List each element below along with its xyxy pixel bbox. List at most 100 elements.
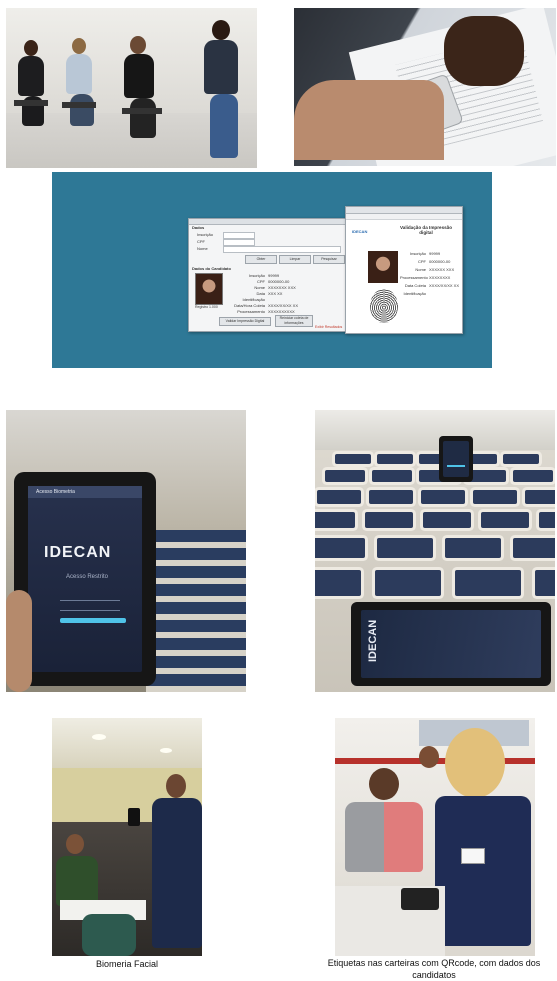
photo-tablet-in-hand: Acesso Biometria IDECAN Acesso Restrito <box>6 410 246 692</box>
detail-label: Nome <box>254 285 265 290</box>
tablet-standing <box>439 436 473 482</box>
photo-caption: Registro 1.000 <box>195 305 218 309</box>
input-nome[interactable] <box>223 246 341 253</box>
tablet-on-table <box>473 490 517 504</box>
button-validate-fingerprint[interactable]: Validar Impressão Digital <box>219 317 271 326</box>
person-body <box>66 54 92 94</box>
tablet-on-table <box>325 470 365 482</box>
detail-label: Inscrição <box>409 251 426 256</box>
photo-wall <box>315 410 555 450</box>
person-head <box>369 768 399 800</box>
login-field[interactable] <box>60 600 120 601</box>
tablet-on-table <box>481 512 529 528</box>
person-head <box>66 834 84 854</box>
detail-value: 0000000-00 <box>268 279 290 284</box>
validation-title: Validação da Impressão digital <box>399 225 453 235</box>
login-button[interactable] <box>60 618 126 623</box>
detail-label: CPF <box>257 279 265 284</box>
tablet-on-table <box>503 454 539 464</box>
button-obter[interactable]: Obter <box>245 255 277 264</box>
window-toolbar <box>346 214 462 220</box>
button-pesquisar[interactable]: Pesquisar <box>313 255 345 264</box>
detail-label: Identificação <box>403 291 426 296</box>
person-head <box>24 40 38 56</box>
person-body <box>18 56 44 96</box>
photo-classroom-candidates <box>6 8 257 168</box>
tablet-rows-background <box>146 530 246 692</box>
app-bar-title: Acesso Biometria <box>36 489 75 495</box>
input-cpf[interactable] <box>223 239 255 246</box>
staff-vest <box>152 798 202 948</box>
window-biometric-form: Dados Inscrição CPF Nome Obter Limpar Pe… <box>188 218 348 332</box>
tablet-on-table <box>369 490 413 504</box>
detail-value: XXXXXXXX <box>429 275 451 280</box>
label-nome: Nome <box>197 246 208 251</box>
ceiling-light <box>160 748 172 753</box>
tablet-on-table <box>315 512 355 528</box>
input-inscricao[interactable] <box>223 232 255 239</box>
detail-label: Data/Hora Coleta <box>234 303 265 308</box>
tablet-on-table <box>539 512 555 528</box>
detail-value: XXXX/XX/XX XX <box>429 283 460 288</box>
hand <box>444 16 524 86</box>
tablet-on-table <box>445 538 501 558</box>
photo-ceiling <box>52 718 202 768</box>
label-inscricao: Inscrição <box>197 232 214 237</box>
person-head <box>72 38 86 54</box>
phone-device <box>401 888 439 910</box>
tablet-on-table <box>335 454 371 464</box>
person-legs <box>70 94 94 126</box>
login-field[interactable] <box>60 610 120 611</box>
detail-value: 0000000-00 <box>429 259 451 264</box>
button-limpar[interactable]: Limpar <box>279 255 311 264</box>
chair <box>14 100 48 106</box>
chair <box>122 108 162 114</box>
tablet-on-table <box>455 570 521 596</box>
tablet-on-table <box>421 490 465 504</box>
tablet-screen: IDECAN <box>361 610 541 678</box>
person-body <box>124 54 154 98</box>
phone-device <box>128 808 140 826</box>
candidate-photo <box>368 251 398 283</box>
hand <box>6 590 32 692</box>
tablet-on-table <box>317 490 361 504</box>
person-legs <box>210 94 238 158</box>
person-head <box>130 36 146 54</box>
person-head <box>212 20 230 40</box>
hand <box>294 80 444 160</box>
photo-qrcode-labels <box>335 718 535 956</box>
tablet-on-table <box>377 454 413 464</box>
fingerprint-image <box>370 289 398 323</box>
person-body <box>345 802 423 872</box>
tablet-on-table <box>525 490 555 504</box>
window-titlebar <box>189 219 347 225</box>
tablet-on-table <box>365 512 413 528</box>
button-restart-collection[interactable]: Reiniciar coleta de informações <box>275 315 313 327</box>
tablet-on-table <box>423 512 471 528</box>
detail-label: Nome <box>415 267 426 272</box>
person-head <box>445 728 505 798</box>
tablet-on-table <box>513 538 555 558</box>
chair <box>82 914 136 956</box>
detail-value: XXX XX <box>268 291 283 296</box>
tablet-on-table <box>513 470 553 482</box>
detail-label: Data <box>256 291 265 296</box>
detail-label: Processamento <box>400 275 428 280</box>
detail-value: XXXXXXX XXX <box>268 285 296 290</box>
person-body <box>56 856 98 906</box>
window-titlebar <box>346 207 462 214</box>
tablet-screen <box>443 441 469 477</box>
brand-logo: IDECAN <box>352 229 368 234</box>
status-text: Exibir Resultados <box>315 325 343 329</box>
person-head <box>419 746 439 768</box>
window-fingerprint-validation: IDECAN Validação da Impressão digital In… <box>345 206 463 334</box>
photo-tablet-rows: IDECAN <box>315 410 555 692</box>
section-title: Dados <box>192 225 205 230</box>
software-screenshot-panel: Dados Inscrição CPF Nome Obter Limpar Pe… <box>52 172 492 368</box>
accent-line <box>447 465 465 467</box>
detail-label: Identificação <box>242 297 265 302</box>
tablet-on-table <box>535 570 555 596</box>
ceiling-light <box>92 734 106 740</box>
badge <box>461 848 485 864</box>
person-head <box>166 774 186 798</box>
